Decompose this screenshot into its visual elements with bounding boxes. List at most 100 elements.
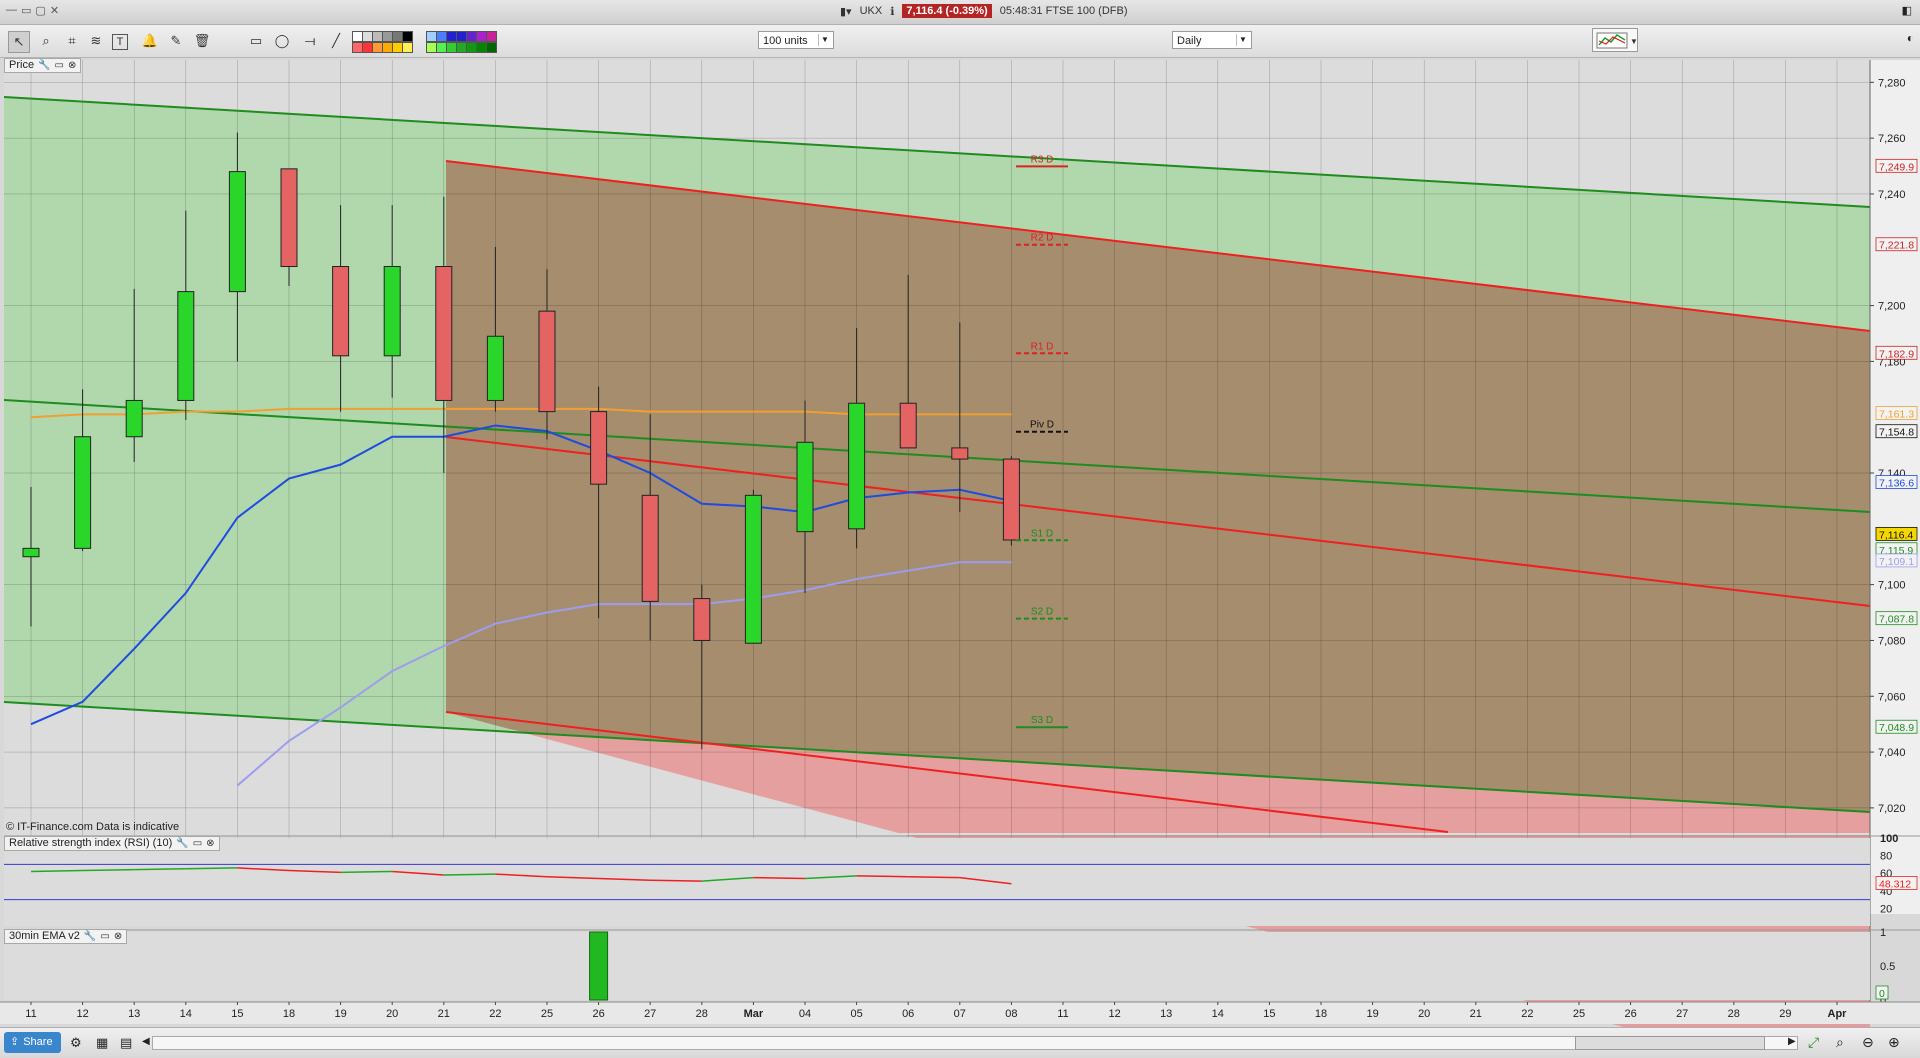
ema-panel-title: 30min EMA v2 bbox=[9, 930, 80, 942]
share-label: Share bbox=[23, 1036, 53, 1048]
zoom-reset-icon[interactable]: ⌕ bbox=[1836, 1034, 1844, 1051]
pivot-label: S2 D bbox=[1031, 607, 1053, 618]
color-swatch[interactable] bbox=[486, 42, 497, 53]
ema-value-label: 0 bbox=[1879, 988, 1885, 1000]
paint-icon[interactable]: ✎ bbox=[166, 31, 186, 51]
bearish-candle bbox=[590, 411, 608, 485]
close-panel-icon[interactable]: ⊗ bbox=[68, 58, 76, 73]
bell-icon[interactable]: 🔔 bbox=[140, 31, 160, 51]
x-axis-label: 26 bbox=[1624, 1008, 1636, 1020]
interval-select[interactable]: Daily ▼ bbox=[1172, 31, 1252, 49]
rsi-line-segment bbox=[30, 869, 83, 873]
text-tool-icon[interactable]: T bbox=[112, 34, 128, 50]
units-select[interactable]: 100 units ▼ bbox=[758, 31, 834, 49]
draw-line-icon[interactable]: ╱ bbox=[326, 31, 346, 51]
x-axis-label: 22 bbox=[1521, 1008, 1533, 1020]
rsi-axis-label: 100 bbox=[1880, 833, 1898, 845]
settings-icon[interactable]: ⚙ bbox=[70, 1035, 82, 1051]
price-tag-label: 7,136.6 bbox=[1879, 477, 1914, 489]
window-icon[interactable]: ▭ bbox=[100, 929, 109, 944]
color-swatch[interactable] bbox=[402, 31, 413, 42]
maximize-icon[interactable]: ▢ bbox=[35, 4, 45, 17]
restore-icon[interactable]: ▭ bbox=[21, 4, 31, 17]
text-tool-label: T bbox=[116, 36, 124, 48]
line-icon[interactable]: ⟞ bbox=[300, 31, 320, 51]
rectangle-icon[interactable]: ▭ bbox=[246, 31, 266, 51]
bearish-candle bbox=[538, 310, 556, 413]
panel-toggle-icon[interactable]: ◧ bbox=[1902, 4, 1912, 17]
chart-area[interactable]: R3 D R2 D R1 D Piv D S1 D S2 D S3 D 7,280 7,260 7… bbox=[0, 57, 1920, 1027]
x-axis-label: 05 bbox=[850, 1008, 862, 1020]
wrench-icon[interactable]: 🔧 bbox=[38, 58, 50, 73]
price-tag-label: 7,161.3 bbox=[1879, 409, 1914, 421]
bearish-candle bbox=[435, 266, 453, 401]
share-button[interactable]: ⇪ Share bbox=[4, 1032, 61, 1053]
ellipse-icon[interactable]: ◯ bbox=[272, 31, 292, 51]
minimize-icon[interactable]: — bbox=[6, 4, 17, 17]
fit-chart-icon[interactable]: ⤢ bbox=[1808, 1034, 1819, 1051]
scrollbar-thumb[interactable] bbox=[1575, 1036, 1765, 1050]
chart-type-button[interactable]: ▼ bbox=[1592, 28, 1638, 52]
wrench-icon[interactable]: 🔧 bbox=[176, 836, 188, 851]
y-axis-label: 7,100 bbox=[1878, 580, 1906, 592]
close-icon[interactable]: ✕ bbox=[50, 4, 59, 17]
price-tag-label: 7,154.8 bbox=[1879, 427, 1914, 439]
units-select-value: 100 units bbox=[763, 35, 808, 47]
bullish-candle bbox=[228, 171, 246, 293]
y-axis-label: 7,020 bbox=[1878, 803, 1906, 815]
pivot-label: R1 D bbox=[1031, 341, 1054, 352]
x-axis-label: 12 bbox=[1108, 1008, 1120, 1020]
window-icon[interactable]: ▭ bbox=[193, 836, 202, 851]
info-icon[interactable]: ℹ bbox=[890, 5, 894, 18]
zoom-out-icon[interactable]: ⊖ bbox=[1862, 1034, 1874, 1051]
x-axis-label: 11 bbox=[1057, 1008, 1068, 1020]
svg-text:▼: ▼ bbox=[1630, 37, 1637, 46]
x-axis-label: 15 bbox=[231, 1008, 243, 1020]
pointer-icon[interactable]: ↖ bbox=[8, 31, 30, 53]
x-axis-label: 27 bbox=[1676, 1008, 1688, 1020]
chevron-down-icon: ▼ bbox=[818, 34, 831, 46]
x-axis-label: 13 bbox=[1160, 1008, 1172, 1020]
rsi-line-segment bbox=[82, 868, 135, 872]
calculator-icon[interactable]: ▤ bbox=[120, 1035, 132, 1051]
y-axis-label: 7,260 bbox=[1878, 133, 1906, 145]
bullish-candle bbox=[74, 436, 92, 549]
title-bar: — ▭ ▢ ✕ ▮▾ UKX ℹ 7,116.4 (-0.39%) 05:48:… bbox=[0, 0, 1920, 25]
bullish-candle bbox=[383, 266, 401, 357]
close-panel-icon[interactable]: ⊗ bbox=[114, 929, 122, 944]
x-axis-label: 20 bbox=[386, 1008, 398, 1020]
pivot-label: S1 D bbox=[1031, 528, 1053, 539]
x-axis-label: 22 bbox=[489, 1008, 501, 1020]
zoom-in-icon[interactable]: ⊕ bbox=[1888, 1034, 1900, 1051]
wrench-icon[interactable]: 🔧 bbox=[84, 929, 96, 944]
x-axis-label: 18 bbox=[283, 1008, 295, 1020]
rsi-line-segment bbox=[650, 879, 702, 882]
x-axis-label: 25 bbox=[1573, 1008, 1585, 1020]
x-axis-label: 14 bbox=[1212, 1008, 1224, 1020]
ema-panel-label: 30min EMA v2 🔧 ▭ ⊗ bbox=[4, 929, 128, 944]
price-tag-label: 7,221.8 bbox=[1879, 240, 1914, 252]
bearish-candle bbox=[280, 168, 298, 268]
collapse-panel-icon[interactable]: ◐ bbox=[1907, 31, 1914, 45]
color-swatch[interactable] bbox=[486, 31, 497, 42]
close-panel-icon[interactable]: ⊗ bbox=[206, 836, 214, 851]
instrument-icon[interactable]: ▮▾ bbox=[840, 5, 852, 18]
horizontal-scrollbar[interactable] bbox=[152, 1036, 1798, 1050]
x-axis-label: 07 bbox=[954, 1008, 966, 1020]
bullish-candle bbox=[177, 291, 195, 401]
trash-icon[interactable]: 🗑 bbox=[192, 31, 212, 51]
window-icon[interactable]: ▭ bbox=[55, 58, 64, 73]
scroll-right-icon[interactable]: ▶ bbox=[1788, 1036, 1796, 1047]
zoom-icon[interactable]: ⌕ bbox=[36, 31, 56, 51]
window-controls: — ▭ ▢ ✕ bbox=[6, 4, 59, 17]
color-swatch[interactable] bbox=[402, 42, 413, 53]
x-axis-label: 04 bbox=[799, 1008, 811, 1020]
rsi-panel-title: Relative strength index (RSI) (10) bbox=[9, 837, 173, 849]
x-axis-label: 11 bbox=[25, 1008, 36, 1020]
trend-tool-icon[interactable]: ⌗ bbox=[62, 31, 82, 51]
x-axis-label: 26 bbox=[592, 1008, 604, 1020]
rsi-value-label: 48.312 bbox=[1879, 878, 1911, 890]
calendar-icon[interactable]: ▦ bbox=[96, 1035, 108, 1051]
scroll-left-icon[interactable]: ◀ bbox=[142, 1036, 150, 1047]
fibonacci-icon[interactable]: ≋ bbox=[86, 31, 106, 51]
